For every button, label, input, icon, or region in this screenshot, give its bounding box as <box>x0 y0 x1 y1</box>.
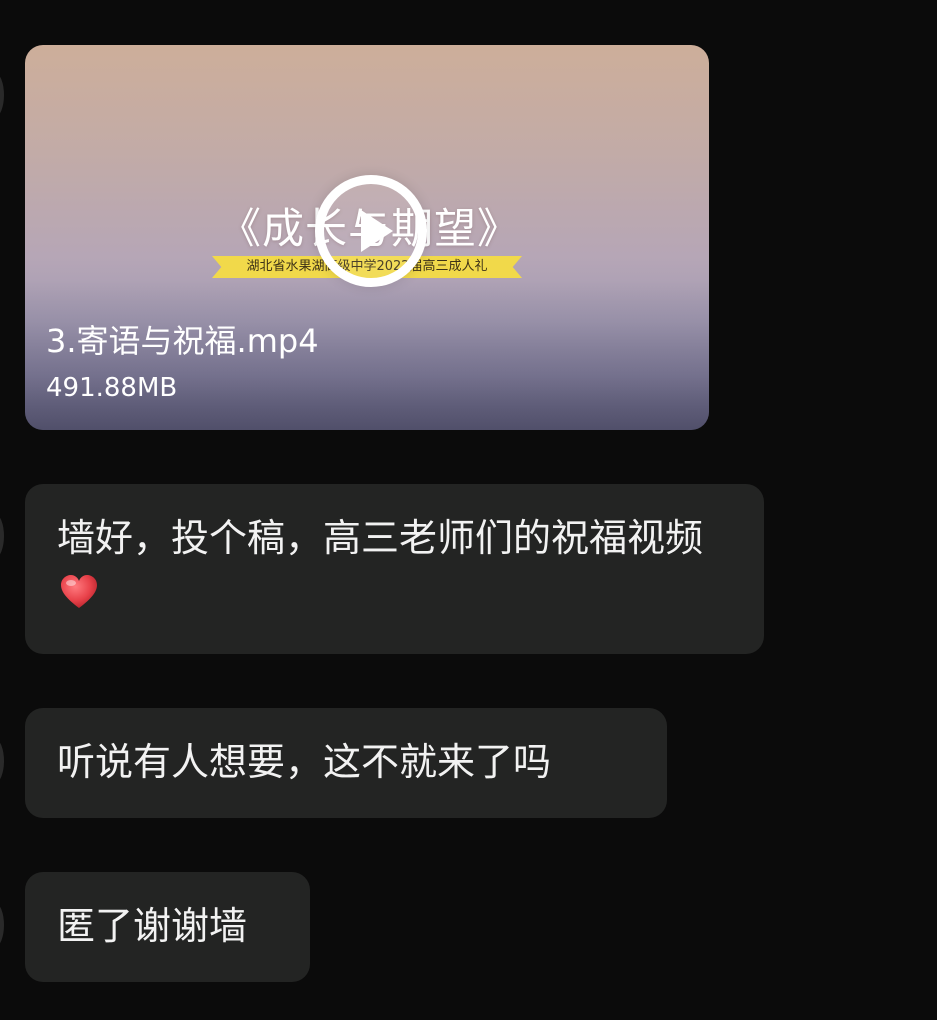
sender-avatar[interactable] <box>0 903 4 947</box>
message-bubble[interactable]: 匿了谢谢墙 <box>25 872 310 982</box>
sender-avatar[interactable] <box>0 73 4 117</box>
video-file-name: 3.寄语与祝福.mp4 <box>46 322 319 360</box>
message-bubble[interactable]: 墙好，投个稿，高三老师们的祝福视频 <box>25 484 764 654</box>
message-text: 听说有人想要，这不就来了吗 <box>57 740 552 784</box>
play-icon <box>361 210 393 252</box>
play-button[interactable] <box>315 175 427 287</box>
message-text: 墙好，投个稿，高三老师们的祝福视频 <box>57 516 704 560</box>
sender-avatar[interactable] <box>0 514 4 558</box>
video-file-size: 491.88MB <box>46 373 178 403</box>
message-bubble[interactable]: 听说有人想要，这不就来了吗 <box>25 708 667 818</box>
red-heart-icon <box>59 572 99 612</box>
message-text: 匿了谢谢墙 <box>57 904 248 948</box>
video-message-card[interactable]: 《成长与期望》 湖北省水果湖高级中学2022届高三成人礼 3.寄语与祝福.mp4… <box>25 45 709 430</box>
sender-avatar[interactable] <box>0 739 4 783</box>
